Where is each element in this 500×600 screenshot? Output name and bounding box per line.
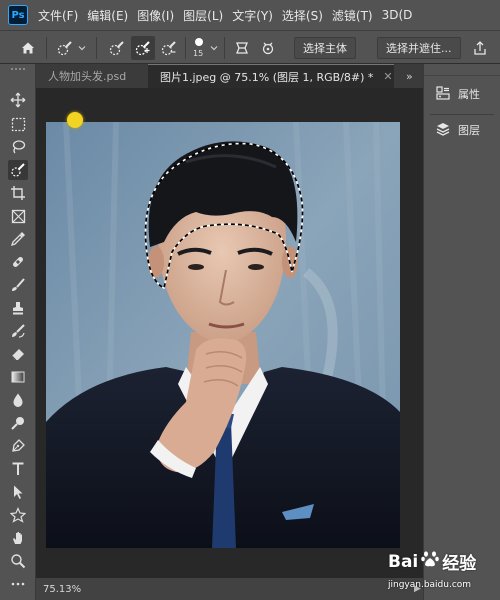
path-selection-tool-icon[interactable] bbox=[8, 482, 28, 502]
menu-layer[interactable]: 图层(L) bbox=[183, 7, 223, 24]
tab-label: 人物加头发.psd bbox=[48, 70, 127, 83]
menu-select[interactable]: 选择(S) bbox=[282, 7, 323, 24]
tab-document-jpeg[interactable]: 图片1.jpeg @ 75.1% (图层 1, RGB/8#) * ✕ bbox=[148, 64, 394, 88]
brush-size-value: 15 bbox=[193, 49, 204, 58]
panels-header bbox=[424, 64, 500, 76]
properties-icon bbox=[436, 85, 450, 103]
panel-layers-label: 图层 bbox=[458, 124, 480, 137]
tabs-overflow-icon[interactable]: » bbox=[406, 64, 413, 88]
add-to-selection-icon[interactable] bbox=[132, 31, 154, 65]
menu-image[interactable]: 图像(I) bbox=[137, 7, 174, 24]
photoshop-logo[interactable]: Ps bbox=[8, 5, 28, 25]
watermark-brand-right: 经验 bbox=[442, 554, 477, 574]
stamp-tool-icon[interactable] bbox=[8, 298, 28, 318]
dodge-tool-icon[interactable] bbox=[8, 413, 28, 433]
watermark-url: jingyan.baidu.com bbox=[388, 580, 472, 590]
hand-tool-icon[interactable] bbox=[8, 528, 28, 548]
enhance-edge-icon[interactable] bbox=[258, 31, 278, 65]
new-selection-icon[interactable] bbox=[106, 31, 128, 65]
chevron-down-icon[interactable] bbox=[209, 31, 219, 65]
eyedropper-tool-icon[interactable] bbox=[8, 229, 28, 249]
options-bar: 15 选择主体 选择并遮住... bbox=[0, 30, 500, 64]
quick-selection-preset-icon[interactable] bbox=[54, 31, 76, 65]
panel-properties[interactable]: 属性 bbox=[424, 81, 500, 107]
separator bbox=[96, 37, 97, 59]
menu-filter[interactable]: 滤镜(T) bbox=[332, 7, 373, 24]
tab-label: 图片1.jpeg @ 75.1% (图层 1, RGB/8#) * bbox=[160, 70, 374, 84]
select-subject-button[interactable]: 选择主体 bbox=[294, 37, 356, 59]
pen-tool-icon[interactable] bbox=[8, 436, 28, 456]
watermark: Bai 经验 jingyan.baidu.com bbox=[388, 549, 498, 599]
subtract-from-selection-icon[interactable] bbox=[158, 31, 180, 65]
menu-bar: Ps 文件(F) 编辑(E) 图像(I) 图层(L) 文字(Y) 选择(S) 滤… bbox=[0, 0, 500, 30]
marquee-tool-icon[interactable] bbox=[8, 114, 28, 134]
canvas-area[interactable] bbox=[36, 88, 423, 578]
blur-tool-icon[interactable] bbox=[8, 390, 28, 410]
quick-selection-tool-icon[interactable] bbox=[8, 160, 28, 180]
toolbox bbox=[0, 64, 36, 600]
brush-tool-icon[interactable] bbox=[8, 275, 28, 295]
canvas-photo[interactable] bbox=[46, 122, 400, 548]
right-panels: 属性 图层 bbox=[423, 64, 500, 600]
document-tab-bar: 人物加头发.psd 图片1.jpeg @ 75.1% (图层 1, RGB/8#… bbox=[36, 64, 423, 88]
close-icon[interactable]: ✕ bbox=[383, 70, 392, 83]
chevron-down-icon[interactable] bbox=[77, 31, 87, 65]
toolbox-grip[interactable] bbox=[11, 68, 25, 71]
lasso-tool-icon[interactable] bbox=[8, 137, 28, 157]
menu-file[interactable]: 文件(F) bbox=[38, 7, 78, 24]
tab-document-psd[interactable]: 人物加头发.psd bbox=[36, 64, 148, 88]
healing-brush-tool-icon[interactable] bbox=[8, 252, 28, 272]
sample-all-layers-icon[interactable] bbox=[232, 31, 252, 65]
shape-tool-icon[interactable] bbox=[8, 505, 28, 525]
home-icon[interactable] bbox=[18, 31, 38, 65]
panel-layers[interactable]: 图层 bbox=[424, 117, 500, 143]
separator bbox=[46, 37, 47, 59]
history-brush-tool-icon[interactable] bbox=[8, 321, 28, 341]
type-tool-icon[interactable] bbox=[8, 459, 28, 479]
eraser-tool-icon[interactable] bbox=[8, 344, 28, 364]
crop-tool-icon[interactable] bbox=[8, 183, 28, 203]
more-tools-icon[interactable] bbox=[8, 574, 28, 594]
separator bbox=[185, 37, 186, 59]
layers-icon bbox=[436, 122, 450, 139]
watermark-brand: Bai 经验 bbox=[388, 549, 476, 574]
select-and-mask-button[interactable]: 选择并遮住... bbox=[377, 37, 461, 59]
frame-tool-icon[interactable] bbox=[8, 206, 28, 226]
panel-properties-label: 属性 bbox=[458, 88, 480, 101]
status-bar: 75.13% ▶ bbox=[36, 578, 423, 600]
menu-type[interactable]: 文字(Y) bbox=[232, 7, 273, 24]
menu-3d[interactable]: 3D(D bbox=[382, 8, 413, 22]
move-tool-icon[interactable] bbox=[8, 90, 28, 110]
paw-icon bbox=[420, 549, 440, 574]
gradient-tool-icon[interactable] bbox=[8, 367, 28, 387]
watermark-brand-left: Bai bbox=[388, 551, 419, 572]
menu-edit[interactable]: 编辑(E) bbox=[87, 7, 128, 24]
zoom-tool-icon[interactable] bbox=[8, 551, 28, 571]
separator bbox=[224, 37, 225, 59]
share-icon[interactable] bbox=[468, 31, 492, 65]
separator bbox=[430, 114, 494, 115]
brush-cursor bbox=[67, 112, 83, 128]
zoom-level[interactable]: 75.13% bbox=[43, 584, 81, 595]
